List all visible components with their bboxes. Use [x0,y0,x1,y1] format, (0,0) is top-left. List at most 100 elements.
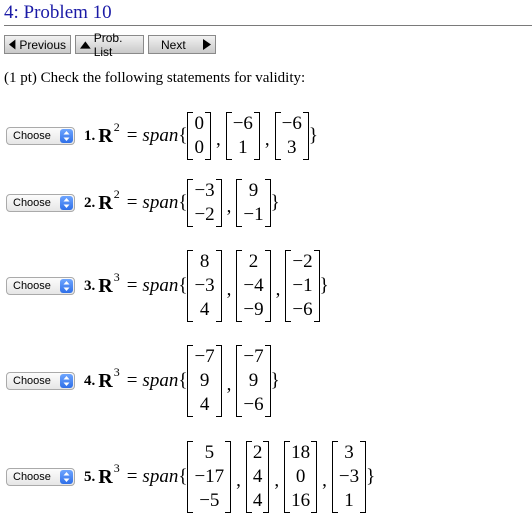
vector-entry: 2 [248,251,259,272]
validity-select-1[interactable]: Choose [6,127,75,145]
vector-entry: 3 [344,442,354,463]
statement-1: 1. R 2 = span{0 0, −6 1, −6 3} [84,112,318,160]
column-vector: −7 9 4 [187,345,222,417]
vector-separator: , [322,470,327,491]
open-brace: { [178,466,188,487]
open-brace: { [178,125,188,146]
statement-number: 2. [84,194,96,211]
validity-select-4[interactable]: Choose [6,372,75,390]
vector-entry: −3 [194,180,215,201]
span-word: span [142,275,179,296]
equals-sign: = [126,192,138,213]
vector-separator: , [274,470,280,491]
problem-list-label: Prob. List [93,30,123,59]
vector-entry: −6 [281,113,302,134]
arrow-right-icon [203,39,211,50]
select-chevron-icon [60,129,73,143]
vector-entry: 0 [194,137,204,158]
vector-entry: 2 [252,442,263,463]
select-chevron-icon [60,279,73,293]
column-vector: 00 [187,112,211,160]
span-word: span [142,370,179,391]
vector-entry: 3 [287,137,297,158]
validity-select-2[interactable]: Choose [6,194,75,212]
vector-entry: 5 [204,442,215,463]
validity-select-label: Choose [13,471,51,483]
equals-sign: = [126,370,138,391]
vector-entry: 16 [291,490,311,511]
previous-button[interactable]: Previous [4,35,71,54]
column-vector: −2 −1 −6 [285,250,320,322]
vector-entry: −17 [194,466,225,487]
equals-sign: = [126,275,138,296]
vector-entry: 9 [199,370,210,391]
statement-2: 2. R 2 = span{−3 −2, 9 −1} [84,179,280,227]
column-vector: −6 1 [225,112,261,160]
column-vector: 8 −3 4 [187,250,222,322]
space-dimension: 2 [113,186,120,201]
vector-entry: −2 [292,251,313,272]
column-vector: 5 −17 −5 [187,441,231,513]
statement-number: 3. [84,277,96,294]
statement-4: 4. R 3 = span{−7 9 4, −7 9 −6} [84,345,280,417]
equals-sign: = [126,466,138,487]
open-brace: { [178,275,188,296]
space-symbol: R [98,274,113,297]
space-symbol: R [98,191,113,214]
close-brace: } [308,125,319,146]
statement-number: 5. [84,468,96,485]
column-vector: 18 0 16 [284,441,318,513]
space-symbol: R [98,465,113,488]
statement-number: 1. [84,127,96,144]
statement-3: 3. R 3 = span{8 −3 4, 2 −4 −9, −2 −1 −6} [84,250,329,322]
space-symbol: R [98,124,113,147]
column-vector: −6 3 [274,112,310,160]
vector-entry: −6 [292,299,313,320]
vector-entry: 9 [248,180,259,201]
vector-entry: 4 [252,466,263,487]
column-vector: −3 −2 [187,179,222,227]
title-divider [4,25,532,26]
problem-list-button[interactable]: Prob. List [75,31,144,59]
vector-entry: −2 [194,204,215,225]
open-brace: { [178,370,188,391]
vector-separator: , [226,279,232,300]
vector-entry: −1 [292,275,313,296]
vector-entry: −3 [194,275,215,296]
validity-select-label: Choose [13,375,51,387]
space-dimension: 3 [113,269,120,284]
vector-entry: −1 [243,204,264,225]
validity-select-5[interactable]: Choose [6,468,75,486]
next-label: Next [161,37,186,52]
select-chevron-icon [60,196,73,210]
validity-select-3[interactable]: Choose [6,277,75,295]
column-vector: 9 −1 [236,179,271,227]
span-word: span [142,192,179,213]
column-vector: 2 −4 −9 [236,250,271,322]
vector-entry: 8 [199,251,210,272]
page-title: 4: Problem 10 [4,2,112,23]
vector-separator: , [275,279,281,300]
column-vector: −7 9 −6 [236,345,271,417]
vector-entry: −4 [243,275,264,296]
vector-entry: 4 [199,299,210,320]
next-button[interactable]: Next [148,35,216,54]
vector-entry: −7 [194,346,215,367]
span-word: span [142,466,179,487]
select-chevron-icon [60,470,73,484]
close-brace: } [319,275,329,296]
vector-separator: , [226,374,232,395]
column-vector: 2 4 4 [245,441,270,513]
vector-entry: 0 [194,113,204,134]
close-brace: } [366,466,376,487]
vector-entry: 4 [199,394,210,415]
vector-entry: 9 [248,370,259,391]
close-brace: } [270,192,280,213]
vector-entry: 4 [252,490,263,511]
vector-entry: −5 [199,490,220,511]
span-word: span [142,125,179,146]
vector-entry: −6 [232,113,253,134]
space-dimension: 3 [113,364,120,379]
vector-entry: −7 [243,346,264,367]
space-dimension: 2 [113,119,120,134]
